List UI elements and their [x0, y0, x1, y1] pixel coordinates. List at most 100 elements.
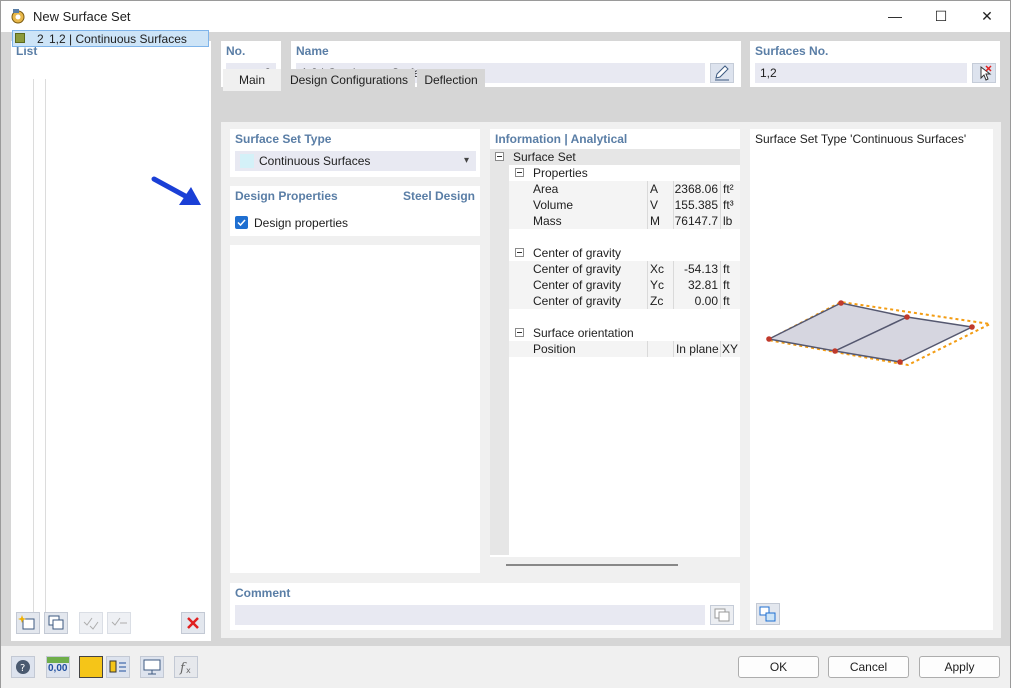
- property-value: 32.81: [687, 278, 718, 292]
- property-symbol: V: [650, 198, 659, 212]
- property-symbol: Yc: [650, 278, 665, 292]
- surfaces-panel: Surfaces No. 1,2: [750, 41, 1000, 87]
- surface-set-type-value: Continuous Surfaces: [259, 154, 371, 168]
- preview-title: Surface Set Type 'Continuous Surfaces': [755, 132, 967, 146]
- name-header: Name: [296, 44, 329, 58]
- view-button[interactable]: [140, 656, 164, 678]
- property-unit: ft: [723, 262, 730, 276]
- info-root-row: Surface Set: [490, 149, 740, 165]
- info-property-row: Center of gravity Zc 0.00 ft: [509, 293, 740, 309]
- ok-button[interactable]: OK: [738, 656, 819, 678]
- app-icon: [11, 9, 25, 24]
- color-button[interactable]: [79, 656, 103, 678]
- new-item-button[interactable]: [16, 612, 40, 634]
- property-unit: ft²: [723, 182, 734, 196]
- uncheck-all-button[interactable]: [107, 612, 131, 634]
- numbering-icon: [109, 660, 126, 673]
- info-property-row: Volume V 155.385 ft³: [509, 197, 740, 213]
- delete-button[interactable]: [181, 612, 205, 634]
- chevron-down-icon: ▾: [463, 155, 469, 166]
- property-symbol: M: [650, 214, 660, 228]
- scroll-thumb[interactable]: [506, 564, 678, 566]
- preview-panel: Surface Set Type 'Continuous Surfaces': [750, 129, 993, 630]
- tab-design-configurations[interactable]: Design Configurations: [283, 69, 415, 91]
- list-item[interactable]: 2 1,2 | Continuous Surfaces: [12, 30, 209, 47]
- maximize-button[interactable]: ☐: [918, 1, 964, 32]
- dialog-window: New Surface Set — ☐ ✕ List 2 1,2 | Conti…: [0, 0, 1011, 688]
- comment-field[interactable]: [235, 605, 705, 625]
- view-settings-icon: [759, 606, 776, 622]
- collapse-toggle[interactable]: [515, 328, 524, 337]
- surfaces-field[interactable]: 1,2: [755, 63, 967, 83]
- property-symbol: A: [650, 182, 659, 196]
- design-properties-checkbox[interactable]: [235, 216, 248, 229]
- comment-panel: Comment: [230, 583, 740, 630]
- info-group-row: Properties: [509, 165, 740, 181]
- property-value: 76147.7: [674, 214, 718, 228]
- apply-button[interactable]: Apply: [919, 656, 1000, 678]
- info-scrollbar[interactable]: [490, 557, 740, 573]
- info-group-label: Properties: [533, 166, 588, 180]
- check-all-button[interactable]: [79, 612, 103, 634]
- display-icon: [143, 659, 161, 675]
- uncheck-icon: [111, 617, 127, 626]
- close-window-button[interactable]: ✕: [964, 1, 1010, 32]
- copy-icon: [48, 615, 64, 630]
- collapse-toggle[interactable]: [515, 168, 524, 177]
- info-property-row: Mass M 76147.7 lb: [509, 213, 740, 229]
- info-group-label: Center of gravity: [533, 246, 622, 260]
- property-name: Center of gravity: [533, 262, 622, 276]
- info-group-label: Surface orientation: [533, 326, 634, 340]
- pick-cursor-icon: [980, 65, 992, 81]
- property-name: Mass: [533, 214, 562, 228]
- list-item-no: 2: [37, 32, 44, 46]
- new-item-icon: [18, 615, 35, 630]
- tab-main[interactable]: Main: [223, 69, 281, 91]
- help-icon: ?: [16, 660, 30, 674]
- title-bar: New Surface Set — ☐ ✕: [1, 1, 1010, 32]
- list-item-label: 1,2 | Continuous Surfaces: [49, 32, 187, 46]
- surfaces-header: Surfaces No.: [755, 44, 829, 58]
- function-icon: fx: [179, 661, 191, 676]
- edit-name-button[interactable]: [710, 63, 734, 83]
- units-button[interactable]: 0,00: [46, 656, 70, 678]
- design-properties-header: Design Properties: [235, 189, 338, 203]
- numbering-button[interactable]: [106, 656, 130, 678]
- property-symbol: Xc: [650, 262, 665, 276]
- info-group-row: Center of gravity: [509, 245, 740, 261]
- checkmark-icon: [237, 219, 246, 227]
- delete-icon: [187, 617, 199, 629]
- copy-icon: [714, 608, 730, 622]
- formula-button[interactable]: fx: [174, 656, 198, 678]
- list-panel: List: [11, 41, 211, 641]
- preview-options-button[interactable]: [756, 603, 780, 625]
- tab-deflection[interactable]: Deflection: [417, 69, 485, 91]
- check-icon: [83, 617, 99, 630]
- no-header: No.: [226, 44, 246, 58]
- minimize-button[interactable]: —: [872, 1, 918, 32]
- collapse-toggle[interactable]: [495, 152, 504, 161]
- comment-library-button[interactable]: [710, 605, 734, 625]
- property-unit: ft: [723, 294, 730, 308]
- collapse-toggle[interactable]: [515, 248, 524, 257]
- type-swatch: [240, 154, 254, 168]
- property-unit: [723, 341, 741, 357]
- info-header: Information | Analytical: [495, 132, 628, 146]
- pick-surfaces-button[interactable]: [972, 63, 996, 83]
- units-label: 0,00: [48, 663, 68, 674]
- surface-set-type-header: Surface Set Type: [235, 132, 332, 146]
- help-button[interactable]: ?: [11, 656, 35, 678]
- comment-header: Comment: [235, 586, 291, 600]
- cancel-button[interactable]: Cancel: [828, 656, 909, 678]
- annotation-arrow-icon: [151, 176, 201, 205]
- design-properties-label: Design properties: [254, 216, 349, 230]
- copy-item-button[interactable]: [44, 612, 68, 634]
- property-symbol: Zc: [650, 294, 664, 308]
- property-value: -54.13: [683, 262, 718, 276]
- property-name: Area: [533, 182, 559, 196]
- property-name: Center of gravity: [533, 278, 622, 292]
- surface-set-type-select[interactable]: Continuous Surfaces ▾: [235, 151, 476, 171]
- info-property-row: Center of gravity Xc -54.13 ft: [509, 261, 740, 277]
- info-property-row: Position In plane XY: [509, 341, 740, 357]
- surface-set-type-panel: Surface Set Type Continuous Surfaces ▾: [230, 129, 480, 177]
